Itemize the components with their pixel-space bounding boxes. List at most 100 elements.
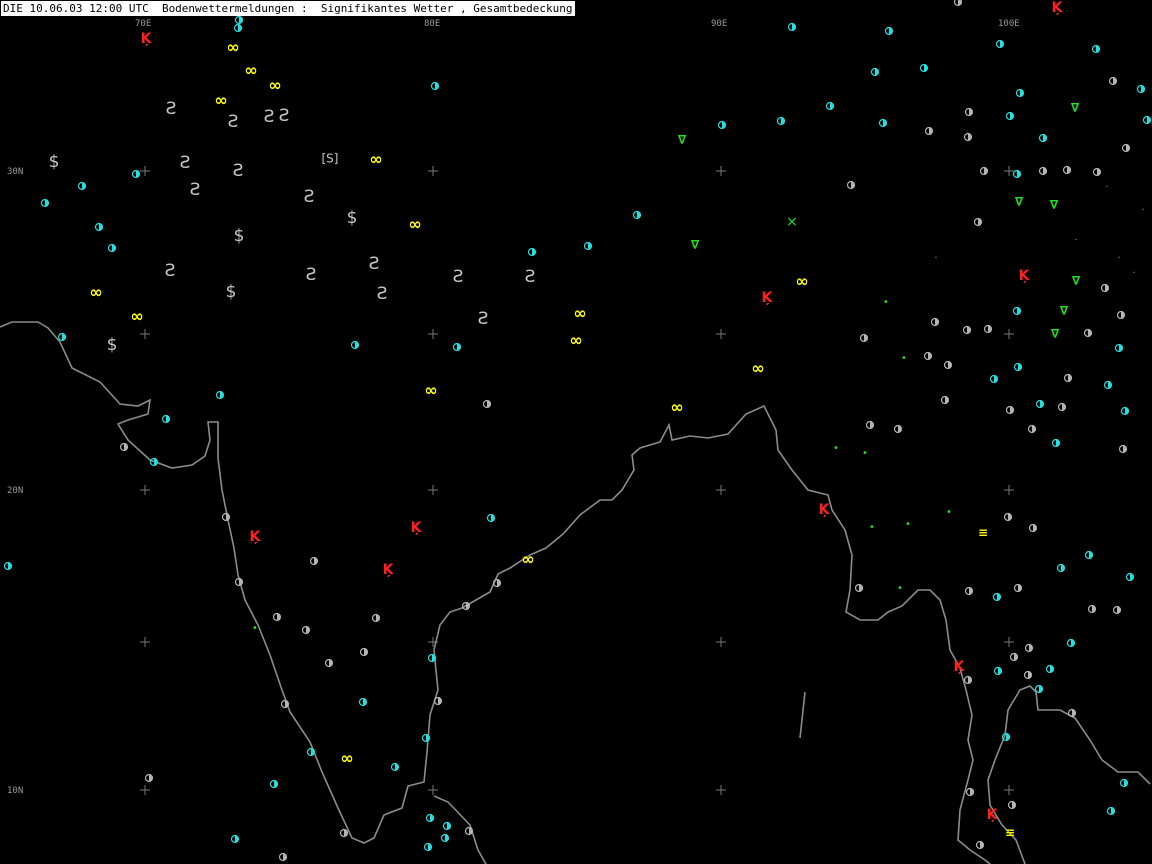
cloud-cover-circle-icon (1118, 444, 1128, 454)
cloud-cover-circle-icon (1038, 133, 1048, 143)
haze-icon: ∞ (89, 283, 102, 302)
dust-icon: Ƨ (279, 106, 290, 126)
cloud-cover-circle-icon (1005, 405, 1015, 415)
haze-icon: ∞ (214, 91, 227, 110)
thunder-icon: Ķ (1052, 0, 1064, 16)
cloud-cover-circle-icon (1027, 424, 1037, 434)
thunder-icon: Ķ (987, 807, 999, 823)
cloud-cover-circle-icon (3, 561, 13, 571)
cloud-cover-circle-icon (870, 67, 880, 77)
thunder-icon: Ķ (250, 529, 262, 545)
cloud-cover-circle-icon (464, 826, 474, 836)
cloud-cover-circle-icon (421, 733, 431, 743)
haze-icon: ∞ (130, 307, 143, 326)
dust-icon: $ (49, 152, 60, 172)
cloud-cover-circle-icon (1100, 283, 1110, 293)
cloud-cover-circle-icon (893, 424, 903, 434)
cloud-cover-circle-icon (1106, 806, 1116, 816)
lon-label-90e: 90E (711, 19, 727, 29)
haze-icon: ∞ (521, 550, 534, 569)
grid-cross (140, 329, 150, 339)
cloud-cover-circle-icon (854, 583, 864, 593)
thunder-icon: Ķ (411, 520, 423, 536)
haze-icon: ∞ (369, 150, 382, 169)
cloud-cover-circle-icon (94, 222, 104, 232)
cloud-cover-circle-icon (964, 586, 974, 596)
thunder-icon: Ķ (819, 502, 831, 518)
cloud-cover-circle-icon (1013, 583, 1023, 593)
cloud-cover-circle-icon (1035, 399, 1045, 409)
grid-cross (428, 329, 438, 339)
shower-icon: ∇ (1050, 198, 1059, 212)
cloud-cover-circle-icon (995, 39, 1005, 49)
cloud-cover-circle-icon (992, 592, 1002, 602)
grid-cross (140, 485, 150, 495)
shower-icon: • (946, 507, 952, 518)
cloud-cover-circle-icon (989, 374, 999, 384)
dust-icon: Ƨ (377, 284, 388, 304)
coastline (0, 321, 1151, 864)
cloud-cover-circle-icon (278, 852, 288, 862)
shower-icon: ∇ (1051, 327, 1060, 341)
dust-icon: Ƨ (233, 161, 244, 181)
shower-icon: • (862, 448, 868, 459)
cloud-cover-circle-icon (1012, 169, 1022, 179)
cloud-cover-circle-icon (930, 317, 940, 327)
cloud-cover-circle-icon (940, 395, 950, 405)
shower-icon: ⨯ (786, 214, 798, 230)
dust-icon: $ (234, 226, 245, 246)
lat-label-20n: 20N (7, 486, 23, 496)
cloud-cover-circle-icon (442, 821, 452, 831)
cloud-cover-circle-icon (1063, 373, 1073, 383)
cloud-cover-circle-icon (717, 120, 727, 130)
lon-label-80e: 80E (424, 19, 440, 29)
shower-icon: · (1074, 235, 1077, 246)
weather-map: 70E 80E 90E 100E 30N 20N 10N ∞ ∞ ∞ ∞ ∞ ∞ ∞ ∞ ∞ ∞ ∞… (0, 0, 1152, 864)
cloud-cover-circle-icon (161, 414, 171, 424)
cloud-cover-circle-icon (1003, 512, 1013, 522)
cloud-cover-circle-icon (309, 556, 319, 566)
cloud-cover-circle-icon (359, 647, 369, 657)
grid-cross (1004, 329, 1014, 339)
cloud-cover-circle-icon (964, 107, 974, 117)
lon-label-100e: 100E (998, 19, 1020, 29)
haze-icon: ∞ (268, 76, 281, 95)
lon-label-70e: 70E (135, 19, 151, 29)
cloud-cover-circle-icon (269, 779, 279, 789)
shower-icon: · (1105, 182, 1108, 193)
cloud-cover-circle-icon (77, 181, 87, 191)
cloud-cover-circle-icon (131, 169, 141, 179)
cloud-cover-circle-icon (119, 442, 129, 452)
cloud-cover-circle-icon (1142, 115, 1152, 125)
dust-icon: Ƨ (369, 254, 380, 274)
cloud-cover-circle-icon (1062, 165, 1072, 175)
shower-icon: • (901, 353, 907, 364)
cloud-cover-circle-icon (425, 813, 435, 823)
cloud-cover-circle-icon (825, 101, 835, 111)
shower-icon: · (1141, 205, 1144, 216)
grid-cross (716, 329, 726, 339)
dust-icon: $ (347, 208, 358, 228)
cloud-cover-circle-icon (1119, 778, 1129, 788)
grid-cross (716, 637, 726, 647)
dust-icon: Ƨ (304, 187, 315, 207)
cloud-cover-circle-icon (1136, 84, 1146, 94)
weather-symbols: ∞∞∞∞∞∞∞∞ ∞∞∞∞∞∞∞∞ƧƧ Ƨ ƧƧ ƧƧ ƧƧ ƧƧƧƧ ƧƧ$$$$$[S]Ķ… (3, 0, 1152, 862)
cloud-cover-circle-icon (1013, 362, 1023, 372)
grid-cross (428, 485, 438, 495)
cloud-cover-circle-icon (221, 512, 231, 522)
haze-icon: ∞ (751, 359, 764, 378)
dust-icon: Ƨ (525, 267, 536, 287)
cloud-cover-circle-icon (975, 840, 985, 850)
lat-label-10n: 10N (7, 786, 23, 796)
cloud-cover-circle-icon (919, 63, 929, 73)
cloud-cover-circle-icon (1056, 563, 1066, 573)
cloud-cover-circle-icon (440, 833, 450, 843)
fog-icon: ≡ (978, 526, 988, 540)
grid-cross (140, 785, 150, 795)
cloud-cover-circle-icon (1067, 708, 1077, 718)
cloud-cover-circle-icon (859, 333, 869, 343)
cloud-cover-circle-icon (973, 217, 983, 227)
cloud-cover-circle-icon (230, 834, 240, 844)
shower-icon: • (833, 443, 839, 454)
